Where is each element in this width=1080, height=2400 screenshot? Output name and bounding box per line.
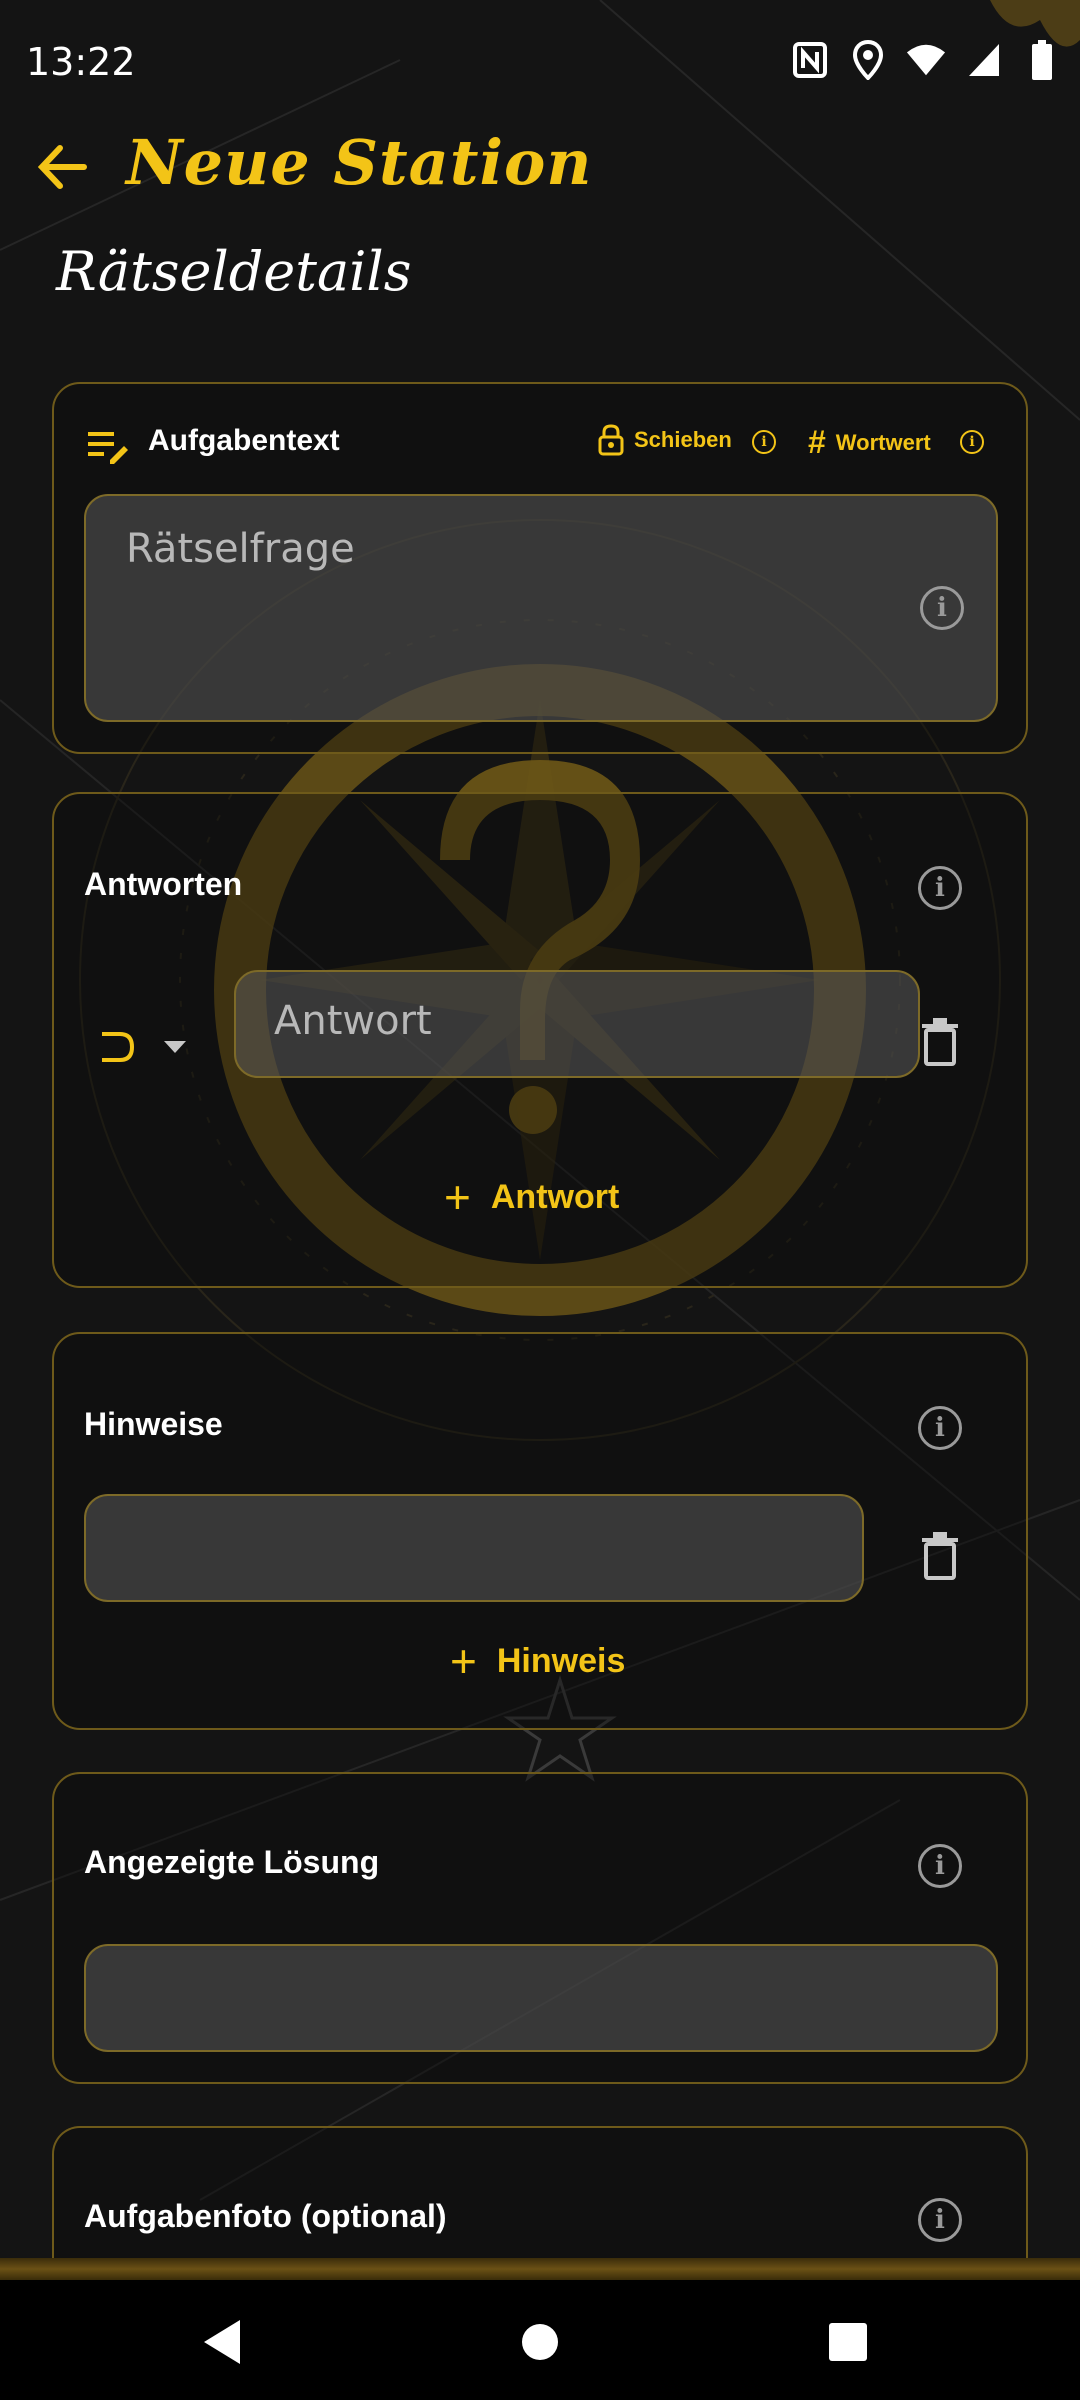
nav-home-icon[interactable] (510, 2312, 570, 2372)
word-value-toggle[interactable]: # Wortwert (808, 424, 931, 461)
add-answer-button[interactable]: + Antwort (444, 1174, 619, 1220)
answers-label: Antworten (84, 866, 243, 902)
battery-icon (1022, 38, 1062, 82)
push-info-icon[interactable]: i (752, 430, 776, 454)
delete-hint-icon[interactable] (920, 1532, 960, 1580)
answers-card: Antworten i Antwort + Antwort (52, 792, 1028, 1288)
photo-label: Aufgabenfoto (optional) (84, 2198, 447, 2234)
lock-icon (598, 424, 624, 456)
push-toggle[interactable]: Schieben (598, 424, 732, 456)
plus-icon: + (444, 1171, 471, 1223)
word-value-label: Wortwert (835, 429, 931, 455)
delete-answer-icon[interactable] (920, 1018, 960, 1066)
chevron-down-icon (164, 1041, 186, 1053)
task-text-card: Aufgabentext Schieben i # Wortwert i Rät… (52, 382, 1028, 754)
word-value-info-icon[interactable]: i (960, 430, 984, 454)
page-title: Neue Station (126, 126, 593, 199)
solution-input[interactable] (84, 1944, 998, 2052)
status-bar: 13:22 (0, 0, 1080, 126)
location-icon (848, 38, 888, 82)
question-placeholder: Rätselfrage (126, 526, 355, 572)
bottom-divider (0, 2258, 1080, 2280)
nav-back-icon[interactable] (196, 2312, 256, 2372)
answer-type-dropdown[interactable] (100, 1030, 188, 1064)
photo-info-icon[interactable]: i (918, 2198, 962, 2242)
signal-icon (964, 38, 1004, 82)
task-text-label: Aufgabentext (148, 424, 340, 457)
solution-card: Angezeigte Lösung i (52, 1772, 1028, 2084)
nav-recents-icon[interactable] (818, 2312, 878, 2372)
superset-icon (102, 1032, 134, 1062)
plus-icon: + (450, 1635, 477, 1687)
hint-input[interactable] (84, 1494, 864, 1602)
hints-label: Hinweise (84, 1406, 223, 1442)
nfc-icon (790, 38, 830, 82)
question-info-icon[interactable]: i (920, 586, 964, 630)
add-hint-button[interactable]: + Hinweis (450, 1638, 625, 1684)
add-hint-label: Hinweis (496, 1641, 626, 1680)
hints-info-icon[interactable]: i (918, 1406, 962, 1450)
add-answer-label: Antwort (490, 1177, 620, 1216)
hash-icon: # (808, 424, 826, 460)
hints-card: Hinweise i + Hinweis (52, 1332, 1028, 1730)
solution-label: Angezeigte Lösung (84, 1844, 380, 1880)
solution-info-icon[interactable]: i (918, 1844, 962, 1888)
status-time: 13:22 (26, 40, 136, 84)
section-title: Rätseldetails (56, 240, 412, 303)
edit-text-icon (88, 428, 128, 464)
answers-info-icon[interactable]: i (918, 866, 962, 910)
system-nav-bar (0, 2280, 1080, 2400)
answer-input[interactable]: Antwort (234, 970, 920, 1078)
back-arrow-icon[interactable] (34, 138, 92, 196)
wifi-icon (906, 38, 946, 82)
push-label: Schieben (634, 427, 732, 452)
answer-placeholder: Antwort (274, 998, 432, 1044)
question-input[interactable]: Rätselfrage i (84, 494, 998, 722)
